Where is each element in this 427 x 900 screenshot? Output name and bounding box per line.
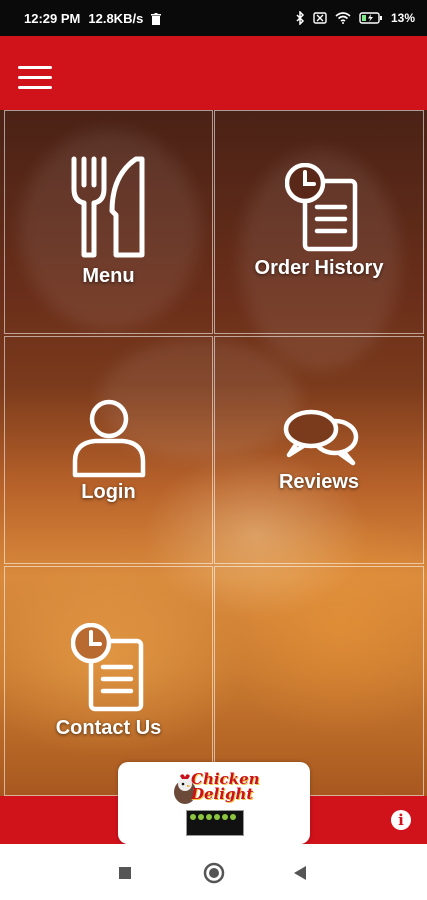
tile-menu[interactable]: Menu — [4, 110, 213, 334]
clock-document-icon — [285, 163, 358, 252]
fork-knife-icon — [71, 156, 145, 258]
tile-reviews[interactable]: Reviews — [214, 336, 424, 564]
brand-logo-text: Chicken Delight — [191, 770, 260, 803]
trash-icon — [151, 12, 162, 25]
hamburger-icon[interactable] — [18, 66, 52, 90]
wifi-icon — [335, 12, 351, 24]
battery-percent: 13% — [390, 11, 415, 25]
app-bar — [0, 36, 427, 110]
battery-icon — [359, 12, 382, 24]
no-sim-icon — [313, 12, 327, 24]
recent-apps-button[interactable] — [118, 866, 132, 885]
home-button[interactable] — [203, 862, 225, 889]
user-icon — [72, 399, 146, 478]
bluetooth-icon — [296, 11, 305, 25]
tile-label: Login — [81, 481, 136, 503]
chat-bubbles-icon — [283, 409, 359, 466]
dashboard-grid: Menu Order History Login Reviews Contact… — [0, 110, 427, 796]
tile-order-history[interactable]: Order History — [214, 110, 424, 334]
network-speed: 12.8KB/s — [88, 11, 144, 26]
hygiene-rating-badge — [186, 810, 244, 836]
system-nav-bar — [0, 844, 427, 900]
tile-label: Reviews — [278, 471, 360, 493]
back-button[interactable] — [293, 865, 307, 886]
brand-logo-card[interactable]: Chicken Delight — [118, 762, 310, 844]
tile-label: Menu — [82, 265, 135, 287]
tile-label: Order History — [254, 257, 384, 279]
clock-document-icon — [71, 623, 144, 712]
status-bar: 12:29 PM 12.8KB/s 13% — [0, 0, 427, 36]
info-icon[interactable]: i — [391, 810, 411, 830]
triangle-back-icon — [294, 866, 306, 880]
tile-label: Contact Us — [55, 717, 162, 739]
tile-login[interactable]: Login — [4, 336, 213, 564]
square-icon — [119, 867, 131, 879]
circle-icon — [203, 862, 225, 884]
status-time: 12:29 PM — [24, 11, 81, 26]
